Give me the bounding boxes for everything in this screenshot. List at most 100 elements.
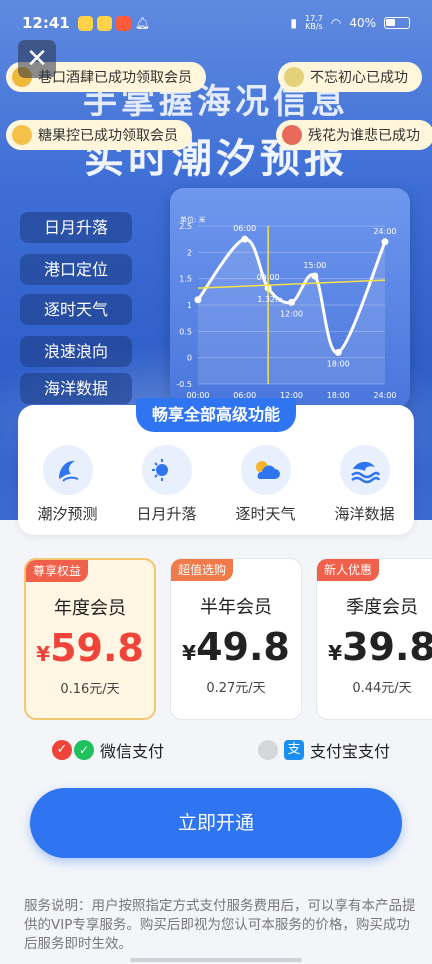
toast-text: 糖果控已成功领取会员 [38,128,178,144]
feature-tag-port: 港口定位 [20,254,132,285]
unchecked-icon [258,740,278,760]
plan-price: ¥59.8 [26,626,154,670]
activate-button[interactable]: 立即开通 [30,788,402,858]
toast-notification: 糖果控已成功领取会员 [6,120,192,150]
price-amount: 39.8 [342,625,432,669]
chart-point [334,348,342,356]
plan-name: 年度会员 [54,598,126,619]
feature-label: 海洋数据 [334,505,395,523]
plan-badge: 新人优惠 [317,559,380,581]
app-notification-icon [77,15,93,31]
feature-tag-weather: 逐时天气 [20,294,132,325]
close-icon: ✕ [26,44,48,74]
chart-x-tick: 18:00 [327,391,350,400]
chart-y-tick: 0 [187,354,192,363]
status-bar: 12:41 🔔︎ ▮ 17.7 KB/s ◠ 40% [0,0,432,46]
feature-tag-ocean: 海洋数据 [20,373,132,404]
chart-y-tick: 2 [187,248,192,257]
chart-point [311,272,319,280]
plan-card-annual[interactable]: 尊享权益 年度会员 ¥59.8 0.16元/天 [24,558,156,720]
service-note: 服务说明：用户按照指定方式支付服务费用后，可以享有本产品提供的VIP专享服务。购… [24,898,416,952]
chart-point [381,238,389,246]
chart-point [194,296,202,304]
avatar [282,125,302,145]
plan-price: ¥49.8 [171,625,301,669]
tide-chart: 单位: 米-0.500.511.522.500:00 06:00 12:00 18:0… [176,215,396,400]
chart-y-tick: 2.5 [179,222,192,231]
app-notification-icon [96,15,112,31]
feature-label: 潮汐预测 [37,505,98,523]
status-app-icons: 🔔︎ [77,15,150,31]
status-time: 12:41 [22,14,70,32]
feature-sun-moon: 日月升落 [117,445,216,524]
payment-option-alipay[interactable]: 支 支付宝支付 [258,738,390,762]
toast-text: 巷口酒肆已成功领取会员 [38,70,192,86]
toast-text: 不忘初心已成功 [310,70,408,86]
avatar [12,125,32,145]
chart-y-tick: 1.5 [179,275,192,284]
plan-name: 半年会员 [200,597,272,618]
feature-label: 日月升落 [136,505,197,523]
wave-icon [42,445,93,495]
chart-y-tick: 0.5 [179,327,192,336]
feature-hourly-weather: 逐时天气 [216,445,315,524]
price-amount: 49.8 [196,625,290,669]
chart-point-label: 15:00 [303,261,326,270]
avatar [284,67,304,87]
wifi-icon: ◠ [330,16,342,30]
chart-point-label: 24:00 [373,227,396,236]
close-button[interactable]: ✕ [18,40,56,78]
chart-point-label: 12:00 [280,309,303,318]
toast-notification: 残花为谁悲已成功 [276,120,432,150]
chart-point [241,235,249,243]
chart-x-tick: 24:00 [373,391,396,400]
feature-tag-waves: 浪速浪向 [20,336,132,367]
toast-notification: 不忘初心已成功 [278,62,422,92]
vibrate-icon: ▮ [290,16,298,30]
chart-y-tick: -0.5 [176,380,192,389]
price-currency: ¥ [328,641,343,665]
feature-tide-forecast: 潮汐预测 [18,445,117,524]
features-panel: 畅享全部高级功能 潮汐预测 日月升落 逐时天气 海洋数据 [18,398,414,535]
tide-chart-card: 单位: 米 -0.5 0 0.5 1 1.5 2 2.5 00:00 06:00 12:00 18:0… [170,188,410,408]
checked-icon: ✓ [52,740,72,760]
app-notification-icon [115,15,131,31]
network-speed-unit: KB/s [305,22,323,31]
payment-label: 微信支付 [100,742,165,761]
plan-price: ¥39.8 [317,625,432,669]
plan-per-day: 0.27元/天 [206,681,266,696]
toast-text: 残花为谁悲已成功 [308,128,420,144]
payment-option-wechat[interactable]: ✓ ✓ 微信支付 [52,738,164,762]
plan-badge: 尊享权益 [26,560,89,582]
network-speed: 17.7 KB/s [305,15,323,31]
panel-items: 潮汐预测 日月升落 逐时天气 海洋数据 [18,445,414,524]
status-right: ▮ 17.7 KB/s ◠ 40% [290,15,410,31]
panel-title: 畅享全部高级功能 [136,398,296,432]
plan-card-quarter[interactable]: 新人优惠 季度会员 ¥39.8 0.44元/天 [316,558,432,720]
alipay-icon: 支 [284,740,304,760]
price-currency: ¥ [182,641,197,665]
plan-badge: 超值选购 [171,559,234,581]
sun-moon-icon [141,445,192,495]
feature-tag-sun-moon: 日月升落 [20,212,132,243]
chart-point [288,298,295,306]
ocean-icon [339,445,390,495]
chart-cursor-label: 1.32m [257,295,283,304]
battery-icon [384,17,410,29]
plan-per-day: 0.44元/天 [352,681,412,696]
bell-icon: 🔔︎ [134,15,150,30]
plan-per-day: 0.16元/天 [60,682,120,697]
price-amount: 59.8 [50,626,144,670]
plan-list: 尊享权益 年度会员 ¥59.8 0.16元/天 超值选购 半年会员 ¥49.8 … [0,558,432,724]
chart-y-tick: 1 [187,301,192,310]
plan-name: 季度会员 [346,597,418,618]
weather-icon [240,445,291,495]
feature-label: 逐时天气 [235,505,296,523]
feature-ocean-data: 海洋数据 [315,445,414,524]
plan-card-half-year[interactable]: 超值选购 半年会员 ¥49.8 0.27元/天 [170,558,302,720]
chart-point-label: 18:00 [327,359,350,368]
payment-label: 支付宝支付 [310,742,391,761]
price-currency: ¥ [36,642,51,666]
home-indicator[interactable] [130,958,302,962]
battery-text: 40% [349,16,376,30]
